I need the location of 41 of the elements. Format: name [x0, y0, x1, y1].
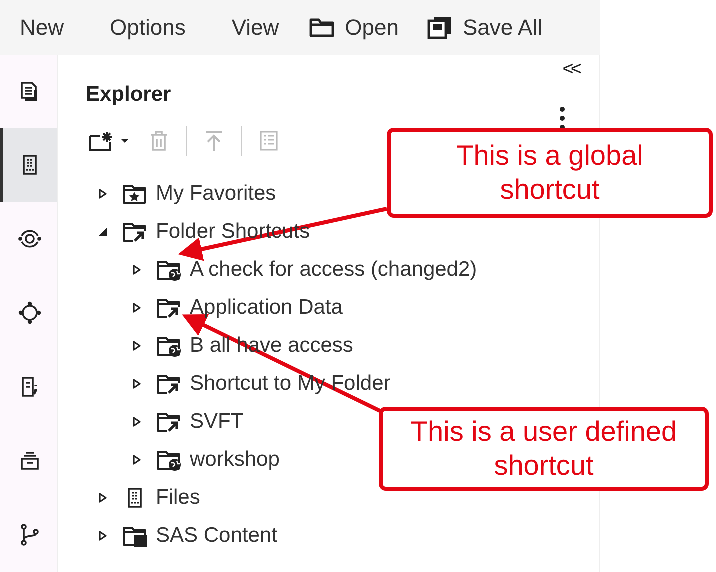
callout-text: This is a global shortcut	[456, 139, 644, 207]
folder-icon	[122, 182, 148, 206]
folder-icon	[156, 448, 182, 472]
menu-item[interactable]: Options	[110, 14, 186, 40]
expand-caret-icon[interactable]	[132, 264, 144, 276]
folder-icon	[156, 296, 182, 320]
folder-icon	[156, 258, 182, 282]
save-icon	[426, 16, 453, 40]
tree-item[interactable]: My Favorites	[156, 182, 276, 206]
folder-icon	[122, 524, 148, 548]
expand-caret-icon[interactable]	[98, 492, 110, 504]
menu-item[interactable]: Save All	[426, 14, 542, 40]
folder-icon	[156, 410, 182, 434]
expand-caret-icon[interactable]	[132, 302, 144, 314]
target-icon	[18, 301, 42, 326]
tree-item[interactable]: Files	[156, 486, 200, 510]
tree-item[interactable]: SAS Content	[156, 524, 278, 548]
expand-caret-icon[interactable]	[132, 454, 144, 466]
tree-item[interactable]: Shortcut to My Folder	[190, 372, 391, 396]
expand-caret-icon[interactable]	[98, 188, 110, 200]
panel-title: Explorer	[86, 83, 172, 108]
expand-caret-icon[interactable]	[132, 378, 144, 390]
collapse-button[interactable]: <<	[556, 57, 585, 83]
tree-item[interactable]: SVFT	[190, 410, 244, 434]
expand-caret-icon[interactable]	[98, 530, 110, 542]
expand-caret-icon[interactable]	[132, 416, 144, 428]
branch-icon	[18, 523, 42, 548]
menu-item[interactable]: New	[20, 14, 64, 40]
folder-icon	[156, 372, 182, 396]
tree-item[interactable]: workshop	[190, 448, 280, 472]
folder-icon	[309, 16, 336, 38]
tree-item[interactable]: A check for access (changed2)	[190, 258, 478, 282]
menu-item[interactable]: Open	[309, 14, 399, 40]
expand-caret-icon[interactable]	[132, 340, 144, 352]
menu-item[interactable]: View	[232, 14, 280, 40]
sidebar-button[interactable]	[0, 128, 57, 202]
collapse-caret-icon[interactable]	[98, 226, 110, 238]
callout-text: This is a user defined shortcut	[410, 415, 678, 483]
folder-icon	[122, 220, 148, 244]
tree-item[interactable]: Application Data	[190, 296, 343, 320]
folder-icon	[156, 334, 182, 358]
